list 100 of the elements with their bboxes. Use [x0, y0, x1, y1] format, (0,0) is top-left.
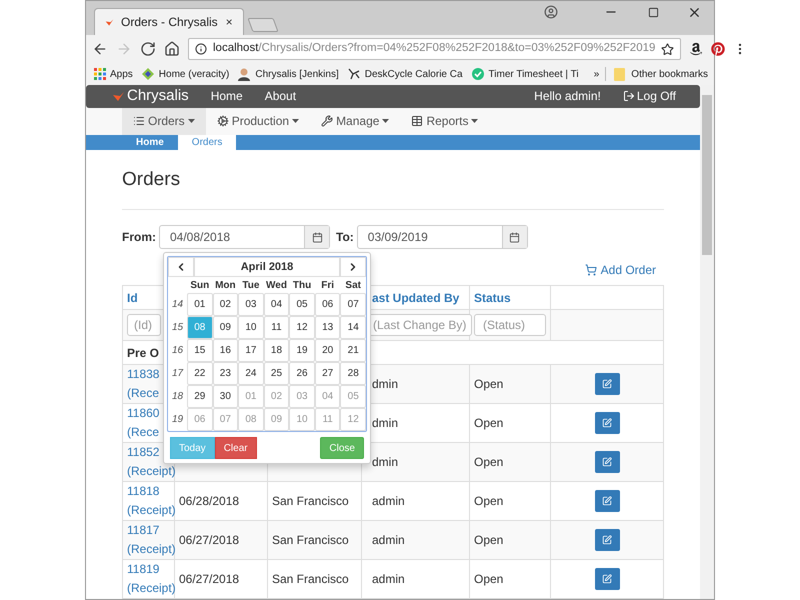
day-cell[interactable]: 17 — [238, 339, 264, 362]
receipt-link[interactable]: (Rece — [127, 423, 160, 442]
cyclist-icon — [346, 67, 361, 81]
table-cell: Open — [474, 416, 504, 430]
day-cell[interactable]: 24 — [238, 362, 264, 385]
breadcrumb-link[interactable]: Home — [122, 134, 178, 150]
calendar-icon[interactable] — [312, 232, 322, 242]
edit-button[interactable] — [594, 529, 620, 551]
table-cell: admin — [372, 533, 405, 547]
day-cell[interactable]: 15 — [187, 339, 213, 362]
day-cell[interactable]: 30 — [212, 385, 238, 408]
weekday-label: Sat — [344, 278, 362, 292]
overflow-chevron[interactable]: » — [594, 66, 600, 82]
edit-button[interactable] — [594, 451, 620, 473]
day-cell[interactable]: 29 — [187, 385, 213, 408]
table-cell: Open — [474, 494, 504, 508]
day-cell[interactable]: 13 — [314, 316, 340, 339]
day-cell[interactable]: 06 — [314, 293, 340, 316]
bookmark-link[interactable]: DeskCycle Calorie Ca — [364, 66, 463, 82]
info-icon — [195, 43, 207, 55]
day-cell[interactable]: 27 — [314, 362, 340, 385]
table-cell: 06/28/2018 — [179, 494, 240, 508]
amazon-logo-icon[interactable] — [689, 42, 704, 56]
order-id-link[interactable]: 11838 — [127, 365, 160, 384]
edit-button[interactable] — [594, 568, 620, 590]
day-cell[interactable]: 23 — [212, 362, 238, 385]
previous-month-button[interactable] — [168, 257, 194, 277]
home-icon[interactable] — [164, 41, 180, 57]
day-cell[interactable]: 18 — [264, 339, 290, 362]
add-order-link[interactable]: Add Order — [600, 261, 656, 279]
clear-button[interactable]: Clear — [214, 437, 257, 459]
day-cell[interactable]: 11 — [264, 316, 290, 339]
bookmark-link[interactable]: Apps — [110, 66, 133, 82]
star-icon[interactable] — [661, 42, 674, 56]
edit-button[interactable] — [594, 490, 620, 512]
cart-icon — [584, 264, 597, 276]
breadcrumb-link[interactable]: Orders — [178, 134, 236, 150]
edit-button[interactable] — [594, 373, 620, 395]
week-number: 18 — [170, 390, 184, 404]
receipt-link[interactable]: (Receipt) — [127, 540, 176, 559]
nav-link[interactable]: About — [264, 87, 296, 106]
day-cell[interactable]: 12 — [289, 316, 315, 339]
day-cell[interactable]: 10 — [238, 316, 264, 339]
day-cell[interactable]: 01 — [187, 293, 213, 316]
day-cell[interactable]: 28 — [340, 362, 366, 385]
day-cell[interactable]: 26 — [289, 362, 315, 385]
month-title-button[interactable]: April 2018 — [194, 257, 340, 277]
logoff-link[interactable]: Log Off — [636, 87, 676, 106]
brand-link[interactable]: Chrysalis — [127, 85, 189, 108]
day-cell[interactable]: 09 — [212, 316, 238, 339]
day-cell[interactable]: 19 — [289, 339, 315, 362]
url-text: localhost/Chrysalis/Orders?from=04%252F08%252F2018&to=03%252F09%252F2019 — [213, 41, 656, 56]
day-cell[interactable]: 14 — [340, 316, 366, 339]
weekday-label: Tue — [241, 278, 260, 292]
receipt-link[interactable]: (Receipt) — [127, 462, 176, 481]
day-cell[interactable]: 16 — [212, 339, 238, 362]
receipt-link[interactable]: (Rece — [127, 384, 160, 403]
bookmark-link[interactable]: Timer Timesheet | Ti — [488, 66, 579, 82]
pinterest-logo-icon[interactable] — [711, 42, 726, 56]
day-cell[interactable]: 03 — [238, 293, 264, 316]
scrollbar[interactable] — [700, 85, 714, 599]
nav-link[interactable]: Home — [210, 87, 243, 106]
column-header[interactable]: Id — [127, 290, 138, 304]
day-cell[interactable]: 22 — [187, 362, 213, 385]
address-bar[interactable]: localhost/Chrysalis/Orders?from=04%252F08%252F2018&to=03%252F09%252F2019 — [188, 38, 682, 60]
page-title: Orders — [122, 168, 182, 192]
menu-dropdown[interactable]: Manage — [310, 108, 400, 134]
day-cell[interactable]: 25 — [264, 362, 290, 385]
caret-icon — [188, 119, 195, 123]
day-cell[interactable]: 20 — [314, 339, 340, 362]
profile-icon[interactable] — [544, 5, 558, 19]
receipt-link[interactable]: (Receipt) — [127, 579, 176, 598]
bookmark-link[interactable]: Other bookmarks — [631, 66, 708, 82]
next-month-button[interactable] — [340, 257, 366, 277]
menu-dropdown[interactable]: Production — [206, 108, 310, 134]
browser-tab[interactable]: Orders - Chrysalis — [94, 8, 244, 35]
receipt-link[interactable]: (Receipt) — [127, 501, 176, 520]
from-date-field[interactable]: 04/08/2018 — [159, 225, 330, 249]
day-cell[interactable]: 02 — [212, 293, 238, 316]
day-cell[interactable]: 21 — [340, 339, 366, 362]
apps-grid-icon — [94, 68, 106, 80]
edit-icon — [602, 496, 612, 506]
menu-dropdown[interactable]: Reports — [400, 108, 490, 134]
reload-icon[interactable] — [140, 41, 156, 57]
calendar-icon[interactable] — [509, 232, 520, 242]
table-cell: San Francisco — [272, 572, 349, 586]
filter-field[interactable]: (Last Change By) — [368, 314, 472, 336]
order-id-link[interactable]: 11860 — [127, 404, 160, 423]
day-cell[interactable]: 07 — [340, 293, 366, 316]
to-date-field[interactable]: 03/09/2019 — [356, 225, 528, 249]
menu-dropdown[interactable]: Orders — [122, 108, 206, 134]
filter-field[interactable]: (Status) — [474, 314, 546, 336]
back-icon[interactable] — [92, 41, 108, 57]
edit-button[interactable] — [594, 412, 620, 434]
maximize-icon[interactable] — [648, 6, 659, 18]
day-cell[interactable]: 04 — [264, 293, 290, 316]
day-cell[interactable]: 05 — [289, 293, 315, 316]
bookmark-link[interactable]: Chrysalis [Jenkins] — [255, 66, 339, 82]
filter-field[interactable]: (Id) — [127, 314, 161, 336]
bookmark-link[interactable]: Home (veracity) — [158, 66, 230, 82]
